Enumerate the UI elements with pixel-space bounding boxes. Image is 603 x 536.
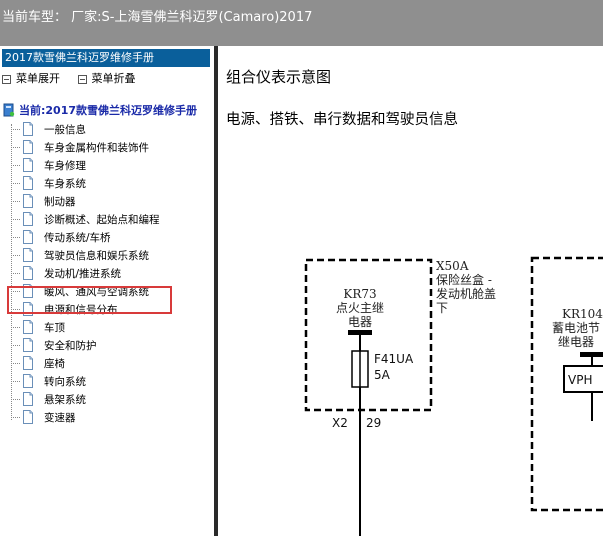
- document-icon: [23, 140, 33, 154]
- sidebar: 2017款雪佛兰科迈罗维修手册 菜单展开 菜单折叠 当前:2017款雪佛兰科迈罗…: [0, 46, 215, 536]
- relay2-contact: [580, 352, 603, 357]
- document-icon: [23, 374, 33, 388]
- collapse-all-button[interactable]: 菜单折叠: [77, 72, 136, 85]
- sidebar-item[interactable]: 车顶: [11, 318, 65, 336]
- document-icon: [23, 338, 33, 352]
- sidebar-item[interactable]: 转向系统: [11, 372, 86, 390]
- sidebar-item[interactable]: 驾驶员信息和娱乐系统: [11, 246, 149, 264]
- sidebar-item[interactable]: 变速器: [11, 408, 76, 426]
- sidebar-item-label: 车身金属构件和装饰件: [44, 141, 149, 154]
- main-content: 组合仪表示意图 电源、搭铁、串行数据和驾驶员信息 KR73 点火主继 电器 F4…: [218, 46, 603, 536]
- tree-branch-line: [11, 416, 20, 418]
- sidebar-item-label: 车顶: [44, 321, 65, 334]
- tree-branch-line: [11, 362, 20, 364]
- top-bar: 当前车型： 厂家:S-上海雪佛兰科迈罗(Camaro)2017: [0, 0, 603, 46]
- fuse-rating: 5A: [374, 368, 391, 382]
- tree-branch-line: [11, 218, 20, 220]
- sidebar-title: 2017款雪佛兰科迈罗维修手册: [2, 49, 210, 67]
- fuse-id: F41UA: [374, 352, 414, 366]
- sidebar-item[interactable]: 发动机/推进系统: [11, 264, 121, 282]
- relay2-id: KR104A: [562, 307, 603, 321]
- sidebar-item-label: 转向系统: [44, 375, 86, 388]
- tree-root[interactable]: 当前:2017款雪佛兰科迈罗维修手册: [3, 102, 197, 118]
- document-icon: [23, 266, 33, 280]
- fuse-box-name-line2: 发动机舱盖: [436, 286, 496, 301]
- sidebar-item[interactable]: 车身修理: [11, 156, 86, 174]
- tree-branch-line: [11, 326, 20, 328]
- document-icon: [23, 176, 33, 190]
- sidebar-item-label: 制动器: [44, 195, 76, 208]
- sidebar-item-label: 一般信息: [44, 123, 86, 136]
- document-icon: [23, 194, 33, 208]
- expand-icon: [2, 74, 11, 84]
- sidebar-item[interactable]: 一般信息: [11, 120, 86, 138]
- sidebar-item[interactable]: 车身系统: [11, 174, 86, 192]
- fuse-box-name-line3: 下: [436, 301, 448, 315]
- document-icon: [23, 392, 33, 406]
- relay2-vph-label: VPH: [568, 373, 592, 387]
- sidebar-item-label: 发动机/推进系统: [44, 267, 122, 280]
- sidebar-item-label: 座椅: [44, 357, 65, 370]
- tree-branch-line: [11, 398, 20, 400]
- manual-book-icon: [3, 103, 15, 117]
- tree-branch-line: [11, 236, 20, 238]
- document-icon: [23, 356, 33, 370]
- sidebar-item-label: 诊断概述、起始点和编程: [44, 213, 160, 226]
- page-subtitle: 电源、搭铁、串行数据和驾驶员信息: [226, 112, 458, 128]
- selection-highlight-box: [7, 286, 172, 314]
- relay2-name-line1: 蓄电池节: [552, 321, 600, 335]
- document-icon: [23, 248, 33, 262]
- sidebar-item-label: 安全和防护: [44, 339, 97, 352]
- tree-branch-line: [11, 344, 20, 346]
- connector-label: X2: [332, 416, 348, 430]
- sidebar-item-label: 驾驶员信息和娱乐系统: [44, 249, 149, 262]
- document-icon: [23, 212, 33, 226]
- relay-contact: [348, 330, 372, 335]
- document-icon: [23, 230, 33, 244]
- sidebar-item-label: 传动系统/车桥: [44, 231, 111, 244]
- collapse-icon: [77, 74, 87, 84]
- page-title: 组合仪表示意图: [226, 68, 332, 86]
- tree-branch-line: [11, 128, 20, 130]
- wiring-diagram: KR73 点火主继 电器 F41UA 5A X50A 保险丝盒 - 发动机舱盖 …: [304, 256, 603, 536]
- tree-branch-line: [11, 200, 20, 202]
- sidebar-item[interactable]: 安全和防护: [11, 336, 97, 354]
- fuse-box-name-line1: 保险丝盒 -: [436, 272, 492, 287]
- relay-name-line1: 点火主继: [336, 301, 384, 315]
- sidebar-actions: 菜单展开 菜单折叠: [2, 70, 150, 86]
- sidebar-item[interactable]: 座椅: [11, 354, 65, 372]
- current-vehicle-label: 当前车型： 厂家:S-上海雪佛兰科迈罗(Camaro)2017: [2, 10, 313, 25]
- sidebar-item-label: 车身系统: [44, 177, 86, 190]
- tree-branch-line: [11, 146, 20, 148]
- tree-root-label: 当前:2017款雪佛兰科迈罗维修手册: [19, 104, 198, 117]
- sidebar-item-label: 变速器: [44, 411, 76, 424]
- relay-name-line2: 电器: [348, 315, 372, 329]
- sidebar-item-label: 悬架系统: [44, 393, 86, 406]
- sidebar-item[interactable]: 诊断概述、起始点和编程: [11, 210, 160, 228]
- tree-branch-line: [11, 380, 20, 382]
- pin-label: 29: [366, 416, 381, 430]
- relay-id: KR73: [343, 287, 376, 301]
- sidebar-item[interactable]: 车身金属构件和装饰件: [11, 138, 149, 156]
- document-icon: [23, 158, 33, 172]
- relay2-name-line2: 继电器: [558, 335, 594, 349]
- tree-branch-line: [11, 254, 20, 256]
- fuse-box-id: X50A: [436, 259, 469, 273]
- sidebar-item[interactable]: 传动系统/车桥: [11, 228, 111, 246]
- sidebar-item[interactable]: 悬架系统: [11, 390, 86, 408]
- document-icon: [23, 410, 33, 424]
- sidebar-item-label: 车身修理: [44, 159, 86, 172]
- document-icon: [23, 320, 33, 334]
- tree-branch-line: [11, 182, 20, 184]
- sidebar-item[interactable]: 制动器: [11, 192, 76, 210]
- tree-branch-line: [11, 272, 20, 274]
- tree-branch-line: [11, 164, 20, 166]
- document-icon: [23, 122, 33, 136]
- expand-all-button[interactable]: 菜单展开: [2, 72, 60, 85]
